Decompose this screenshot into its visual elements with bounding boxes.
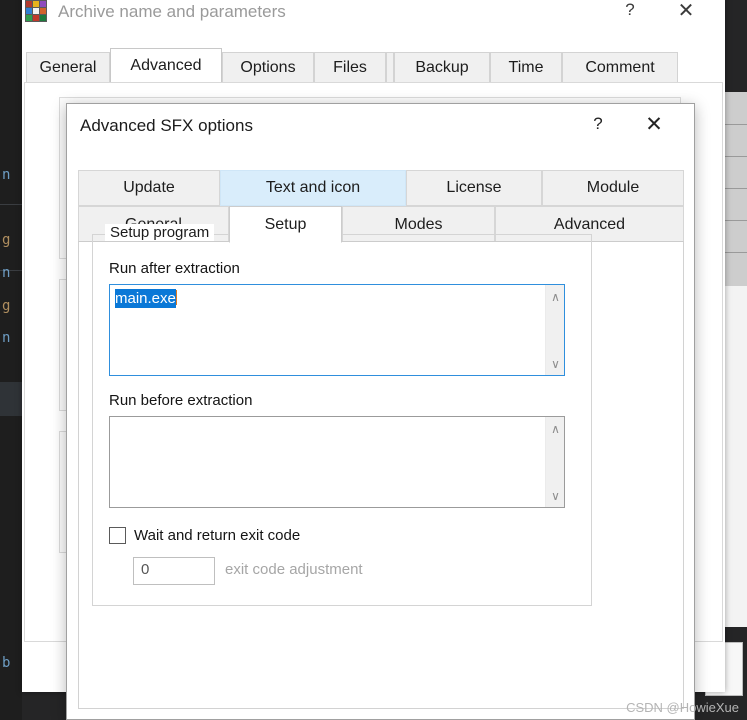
run-after-scrollbar[interactable]: ∧ ∨ <box>545 285 564 375</box>
advanced-sfx-options-dialog: Advanced SFX options ? ✕ Update Text and… <box>66 103 695 720</box>
run-before-scrollbar[interactable]: ∧ ∨ <box>545 417 564 507</box>
run-before-extraction-textarea[interactable]: ∧ ∨ <box>109 416 565 508</box>
exit-code-adjustment-input[interactable]: 0 <box>133 557 215 585</box>
tab-time[interactable]: Time <box>490 52 562 82</box>
help-button[interactable]: ? <box>607 0 653 26</box>
wait-exit-code-checkbox[interactable] <box>109 527 126 544</box>
winrar-books-icon <box>25 0 47 22</box>
dialog-titlebar: Advanced SFX options ? ✕ <box>67 104 694 148</box>
scroll-down-icon[interactable]: ∨ <box>546 486 565 505</box>
selected-text: main.exe <box>115 289 176 308</box>
dialog-help-button[interactable]: ? <box>576 108 620 140</box>
tab-text-and-icon[interactable]: Text and icon <box>220 170 406 206</box>
tab-module[interactable]: Module <box>542 170 684 206</box>
editor-text-fragment: n <box>2 167 11 183</box>
setup-program-groupbox: Setup program Run after extraction main.… <box>92 224 592 606</box>
run-after-extraction-textarea[interactable]: main.exe ∧ ∨ <box>109 284 565 376</box>
editor-text-fragment: g <box>2 298 11 314</box>
editor-text-fragment: g <box>2 232 11 248</box>
scroll-up-icon[interactable]: ∧ <box>546 419 565 438</box>
tab-options[interactable]: Options <box>222 52 314 82</box>
main-titlebar: Archive name and parameters ? ✕ <box>22 0 725 38</box>
tab-backup[interactable]: Backup <box>394 52 490 82</box>
close-button[interactable]: ✕ <box>663 0 709 26</box>
text-caret <box>175 290 177 305</box>
scroll-down-icon[interactable]: ∨ <box>546 354 565 373</box>
screen-root: n g n g n b Archive name and parameters … <box>0 0 747 720</box>
editor-rule <box>0 204 22 205</box>
exit-code-adjustment-hint: exit code adjustment <box>225 561 363 578</box>
tab-spacer <box>386 52 394 82</box>
tab-general[interactable]: General <box>26 52 110 82</box>
run-before-extraction-label: Run before extraction <box>109 392 253 409</box>
tab-setup[interactable]: Setup <box>229 206 342 243</box>
editor-text-fragment: n <box>2 265 11 281</box>
groupbox-legend: Setup program <box>105 224 215 241</box>
main-window-title: Archive name and parameters <box>58 2 286 21</box>
wait-exit-code-label: Wait and return exit code <box>134 527 301 544</box>
dialog-close-button[interactable]: ✕ <box>632 108 676 140</box>
editor-text-fragment: n <box>2 330 11 346</box>
run-after-extraction-value: main.exe <box>115 289 177 308</box>
tab-comment[interactable]: Comment <box>562 52 678 82</box>
editor-gutter <box>0 0 22 720</box>
tab-advanced[interactable]: Advanced <box>110 48 222 82</box>
run-after-extraction-label: Run after extraction <box>109 260 240 277</box>
editor-selected-line <box>0 382 22 416</box>
tab-files[interactable]: Files <box>314 52 386 82</box>
scroll-up-icon[interactable]: ∧ <box>546 287 565 306</box>
wait-exit-code-row[interactable]: Wait and return exit code <box>109 527 300 544</box>
dialog-title: Advanced SFX options <box>80 116 253 135</box>
tab-update[interactable]: Update <box>78 170 220 206</box>
tab-license[interactable]: License <box>406 170 542 206</box>
editor-text-fragment: b <box>2 655 11 671</box>
watermark: CSDN @HowieXue <box>626 700 739 715</box>
main-tab-strip: General Advanced Options Files Backup Ti… <box>22 48 725 82</box>
